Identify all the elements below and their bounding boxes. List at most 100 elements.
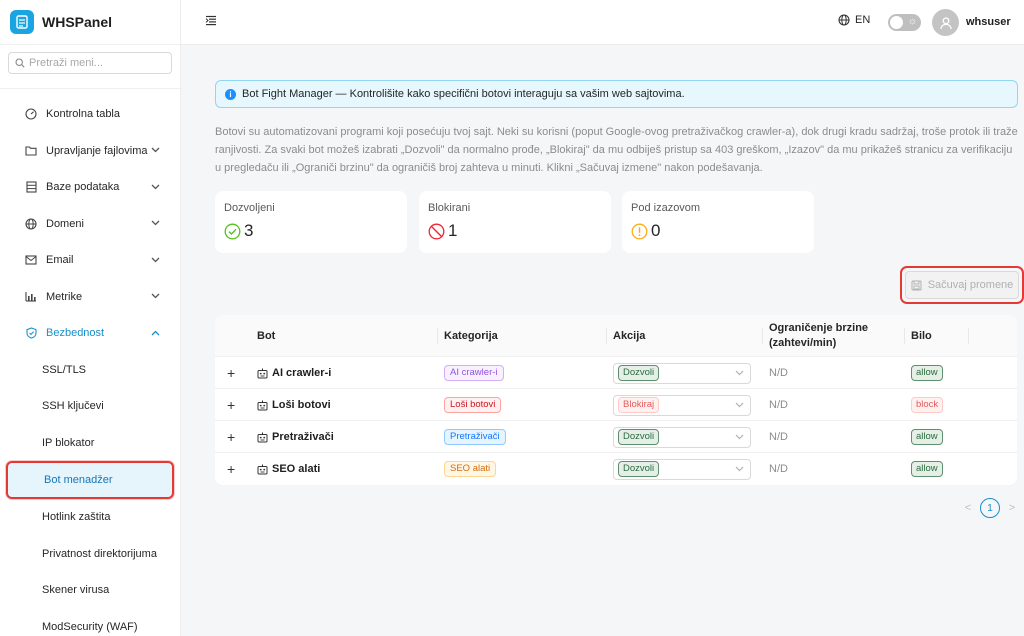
bot-name: Loši botovi: [272, 399, 331, 411]
sidebar-item-label: Bezbednost: [46, 327, 105, 340]
column-header-rate-limit: Ograničenje brzine (zahtevi/min): [761, 315, 869, 357]
stat-title: Dozvoljeni: [224, 202, 275, 214]
table-row: + Loši botovi Loši botovi Blokiraj N/D b…: [215, 389, 1017, 421]
rate-limit-line1: Ograničenje brzine: [769, 322, 869, 334]
sidebar-item-label: Metrike: [46, 290, 83, 303]
rate-limit-value: N/D: [769, 399, 788, 411]
rate-limit-value: N/D: [769, 431, 788, 443]
stat-card-allowed: Dozvoljeni 3: [215, 191, 407, 253]
stop-icon: [428, 223, 445, 239]
menu-search-input[interactable]: [29, 57, 169, 69]
chevron-down-icon: [151, 255, 160, 266]
sidebar-item-label: Upravljanje fajlovima: [46, 144, 148, 157]
chevron-down-icon: [735, 368, 744, 378]
sidebar-sub-ip-blocker[interactable]: IP blokator: [0, 425, 180, 462]
menu-fold-icon[interactable]: [205, 15, 219, 29]
sidebar-item-dashboard[interactable]: Kontrolna tabla: [0, 96, 180, 133]
stat-value: 3: [244, 221, 254, 240]
info-alert: i Bot Fight Manager — Kontrolišite kako …: [215, 80, 1018, 108]
expand-row-icon[interactable]: +: [227, 357, 235, 389]
sidebar-sub-label: ModSecurity (WAF): [42, 620, 138, 633]
rate-limit-value: N/D: [769, 367, 788, 379]
column-header-was: Bilo: [904, 315, 932, 357]
sidebar-item-databases[interactable]: Baze podataka: [0, 169, 180, 206]
stat-card-blocked: Blokirani 1: [419, 191, 611, 253]
action-select[interactable]: Blokiraj: [613, 394, 751, 416]
sun-icon: ☼: [907, 16, 917, 27]
chevron-down-icon: [151, 218, 160, 229]
sidebar-sub-label: SSL/TLS: [42, 363, 87, 376]
toggle-knob: [890, 16, 903, 29]
expand-row-icon[interactable]: +: [227, 389, 235, 421]
action-value: Dozvoli: [618, 429, 660, 445]
stat-value: 1: [448, 221, 458, 240]
save-changes-button[interactable]: Sačuvaj promene: [905, 271, 1019, 299]
username[interactable]: whsuser: [966, 16, 1011, 28]
sidebar-item-security[interactable]: Bezbednost: [0, 315, 180, 352]
robot-icon: [257, 389, 268, 421]
sidebar-sub-directory-privacy[interactable]: Privatnost direktorijuma: [0, 536, 180, 573]
search-icon: [15, 58, 25, 68]
robot-icon: [257, 357, 268, 389]
sidebar-sub-ssl-tls[interactable]: SSL/TLS: [0, 352, 180, 389]
sidebar-item-email[interactable]: Email: [0, 242, 180, 279]
table-row: + Pretraživači Pretraživači Dozvoli N/D …: [215, 421, 1017, 453]
alert-text: Bot Fight Manager — Kontrolišite kako sp…: [242, 88, 685, 100]
pagination-next-icon[interactable]: >: [1006, 502, 1018, 514]
sidebar-sub-bot-manager[interactable]: Bot menadžer: [6, 461, 174, 499]
bots-table: Bot Kategorija Akcija Ograničenje brzine…: [215, 315, 1017, 485]
sidebar-sub-virus-scanner[interactable]: Skener virusa: [0, 572, 180, 609]
language-switcher[interactable]: EN: [838, 14, 870, 26]
expand-row-icon[interactable]: +: [227, 453, 235, 485]
globe-icon: [838, 14, 850, 26]
brand[interactable]: WHSPanel: [0, 0, 180, 45]
action-select[interactable]: Dozvoli: [613, 362, 751, 384]
chevron-down-icon: [151, 182, 160, 193]
column-header-category: Kategorija: [437, 315, 498, 357]
bot-name: Pretraživači: [272, 431, 334, 443]
pagination: < 1 >: [962, 498, 1018, 518]
category-tag: SEO alati: [444, 461, 497, 477]
category-tag: AI crawler-i: [444, 365, 504, 381]
chevron-down-icon: [151, 145, 160, 156]
robot-icon: [257, 453, 268, 485]
pagination-page-current[interactable]: 1: [980, 498, 1000, 518]
brand-name: WHSPanel: [42, 14, 113, 30]
pagination-prev-icon[interactable]: <: [962, 502, 974, 514]
language-label: EN: [855, 14, 871, 26]
dashboard-icon: [25, 108, 37, 120]
rate-limit-line2: (zahtevi/min): [769, 337, 837, 349]
sidebar-item-metrics[interactable]: Metrike: [0, 279, 180, 316]
bot-name: SEO alati: [272, 463, 321, 475]
was-tag: allow: [911, 365, 943, 381]
sidebar-item-domains[interactable]: Domeni: [0, 206, 180, 243]
sidebar-item-file-management[interactable]: Upravljanje fajlovima: [0, 133, 180, 170]
page-description: Botovi su automatizovani programi koji p…: [215, 126, 1018, 174]
column-header-action: Akcija: [605, 315, 645, 357]
mail-icon: [25, 254, 37, 266]
sidebar-sub-ssh-keys[interactable]: SSH ključevi: [0, 388, 180, 425]
sidebar-item-label: Kontrolna tabla: [46, 108, 120, 121]
robot-icon: [257, 421, 268, 453]
was-tag: block: [911, 397, 944, 413]
exclamation-circle-icon: [631, 223, 648, 239]
sidebar-item-label: Baze podataka: [46, 181, 120, 194]
stat-title: Blokirani: [428, 202, 471, 214]
rate-limit-value: N/D: [769, 463, 788, 475]
sidebar-sub-label: IP blokator: [42, 436, 95, 449]
sidebar-item-label: Email: [46, 254, 74, 267]
check-circle-icon: [224, 223, 241, 239]
action-select[interactable]: Dozvoli: [613, 426, 751, 448]
category-tag: Pretraživači: [444, 429, 506, 445]
sidebar-sub-modsecurity[interactable]: ModSecurity (WAF): [0, 609, 180, 636]
avatar[interactable]: [932, 9, 959, 36]
sidebar-sub-hotlink-protection[interactable]: Hotlink zaštita: [0, 499, 180, 536]
server-logo-icon: [10, 10, 34, 34]
sidebar-menu: Kontrolna tabla Upravljanje fajlovima Ba…: [0, 88, 180, 636]
folder-icon: [25, 145, 37, 157]
expand-row-icon[interactable]: +: [227, 421, 235, 453]
theme-toggle[interactable]: ☼: [888, 14, 921, 31]
action-select[interactable]: Dozvoli: [613, 458, 751, 480]
chevron-down-icon: [151, 291, 160, 302]
shield-icon: [25, 327, 37, 339]
